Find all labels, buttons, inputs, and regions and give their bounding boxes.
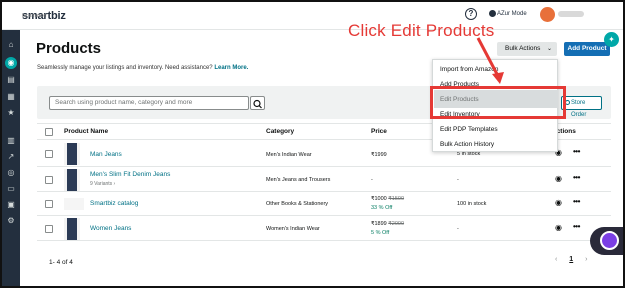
payments-icon[interactable]: ▣ [6, 200, 16, 210]
product-name-link[interactable]: Women Jeans [90, 225, 131, 232]
mode-icon [489, 10, 496, 17]
menu-item-bulk-action-history[interactable]: Bulk Action History [440, 141, 494, 148]
table-row: Men's Slim Fit Denim Jeans 9 Variants › … [37, 167, 611, 192]
row-checkbox[interactable] [45, 150, 53, 158]
question-circle-icon[interactable]: ? [465, 8, 477, 20]
product-inventory: - [457, 177, 459, 183]
menu-item-edit-pdp-templates[interactable]: Edit PDP Templates [440, 126, 498, 133]
column-price[interactable]: Price [371, 128, 387, 135]
search-button[interactable] [250, 96, 265, 110]
mode-label[interactable]: AZur Mode [497, 11, 527, 17]
row-checkbox[interactable] [45, 225, 53, 233]
store-icon[interactable]: ▥ [6, 136, 16, 146]
product-thumbnail[interactable] [64, 218, 80, 240]
page-number-current[interactable]: 1 [569, 256, 573, 263]
product-thumbnail[interactable] [64, 169, 80, 191]
highlight-box [430, 86, 566, 119]
page-title: Products [36, 40, 102, 57]
product-name-link[interactable]: Man Jeans [90, 151, 122, 158]
column-category[interactable]: Category [266, 128, 294, 135]
home-icon[interactable]: ⌂ [6, 40, 16, 50]
table-row: Women Jeans Women's Indian Wear ₹1899 ₹2… [37, 216, 611, 241]
store-order-label: Store Order [571, 100, 587, 118]
price-current: ₹1000 [371, 196, 387, 202]
app-window: smartbiz by amazon ? AZur Mode ⌂ ◉ ▤ ▦ ★… [2, 2, 623, 286]
more-options-icon[interactable]: ••• [573, 197, 580, 206]
table-row: Smartbiz catalog Other Books & Stationer… [37, 192, 611, 216]
row-checkbox[interactable] [45, 200, 53, 208]
product-inventory: - [457, 226, 459, 232]
product-price: ₹1899 ₹2000 [371, 221, 404, 227]
store-order-button[interactable]: Store Order [561, 96, 602, 118]
product-name-link[interactable]: Smartbiz catalog [90, 200, 138, 207]
logo-subtext: by amazon [22, 13, 47, 19]
page-subtitle: Seamlessly manage your listings and inve… [37, 65, 248, 71]
user-name-redacted[interactable] [558, 11, 584, 17]
sparkle-icon[interactable]: ✦ [604, 32, 619, 47]
more-options-icon[interactable]: ••• [573, 222, 580, 231]
product-category: Men's Indian Wear [266, 152, 312, 158]
settings-icon[interactable]: ⚙ [6, 216, 16, 226]
price-current: ₹1899 [371, 221, 387, 227]
callout-arrow-icon [476, 37, 504, 84]
product-price: - [371, 177, 373, 183]
pagination-summary: 1- 4 of 4 [49, 259, 73, 266]
chevron-down-icon: ⌄ [546, 46, 552, 52]
search-input[interactable]: Search using product name, category and … [49, 96, 249, 110]
product-name-link[interactable]: Men's Slim Fit Denim Jeans [90, 171, 170, 178]
variants-label: 9 Variants [90, 181, 113, 187]
star-icon[interactable]: ★ [6, 108, 16, 118]
discount-label: 33 % Off [371, 205, 393, 211]
search-icon [253, 99, 262, 109]
chevron-right-icon[interactable]: › [585, 256, 587, 263]
eye-icon[interactable]: ◉ [555, 174, 562, 183]
select-all-checkbox[interactable] [45, 128, 53, 136]
avatar[interactable] [540, 7, 555, 22]
orders-icon[interactable]: ▤ [6, 75, 16, 85]
sidebar: ⌂ ◉ ▤ ▦ ★ ▥ ↗ ◎ ▭ ▣ ⚙ [2, 30, 20, 286]
product-thumbnail[interactable] [64, 198, 84, 210]
product-price: ₹1000 ₹1500 [371, 196, 404, 202]
price-original: ₹2000 [388, 221, 405, 227]
product-inventory: 100 in stock [457, 201, 487, 207]
eye-icon[interactable]: ◉ [555, 223, 562, 232]
row-checkbox[interactable] [45, 176, 53, 184]
chevron-left-icon[interactable]: ‹ [555, 256, 557, 263]
chat-icon[interactable] [600, 231, 619, 250]
marketing-icon[interactable]: ◎ [6, 168, 16, 178]
add-product-button[interactable]: Add Product [564, 42, 610, 56]
top-bar: smartbiz by amazon ? AZur Mode [2, 2, 623, 30]
more-options-icon[interactable]: ••• [573, 173, 580, 182]
pagination: ‹ 1 › [555, 256, 588, 263]
analytics-icon[interactable]: ↗ [6, 152, 16, 162]
products-icon[interactable]: ◉ [5, 57, 17, 69]
discount-label: 5 % Off [371, 230, 390, 236]
price-original: ₹1500 [388, 196, 405, 202]
subtitle-text: Seamlessly manage your listings and inve… [37, 65, 213, 71]
product-category: Men's Jeans and Trousers [266, 177, 331, 183]
product-category: Other Books & Stationery [266, 201, 329, 207]
product-category: Women's Indian Wear [266, 226, 320, 232]
eye-icon[interactable]: ◉ [555, 198, 562, 207]
learn-more-link[interactable]: Learn More. [214, 65, 248, 71]
product-price: ₹1999 [371, 152, 387, 158]
column-product-name[interactable]: Product Name [64, 128, 108, 135]
product-thumbnail[interactable] [64, 143, 80, 165]
messages-icon[interactable]: ▭ [6, 184, 16, 194]
inventory-icon[interactable]: ▦ [6, 92, 16, 102]
variants-count[interactable]: 9 Variants › [90, 181, 115, 187]
more-options-icon[interactable]: ••• [573, 147, 580, 156]
